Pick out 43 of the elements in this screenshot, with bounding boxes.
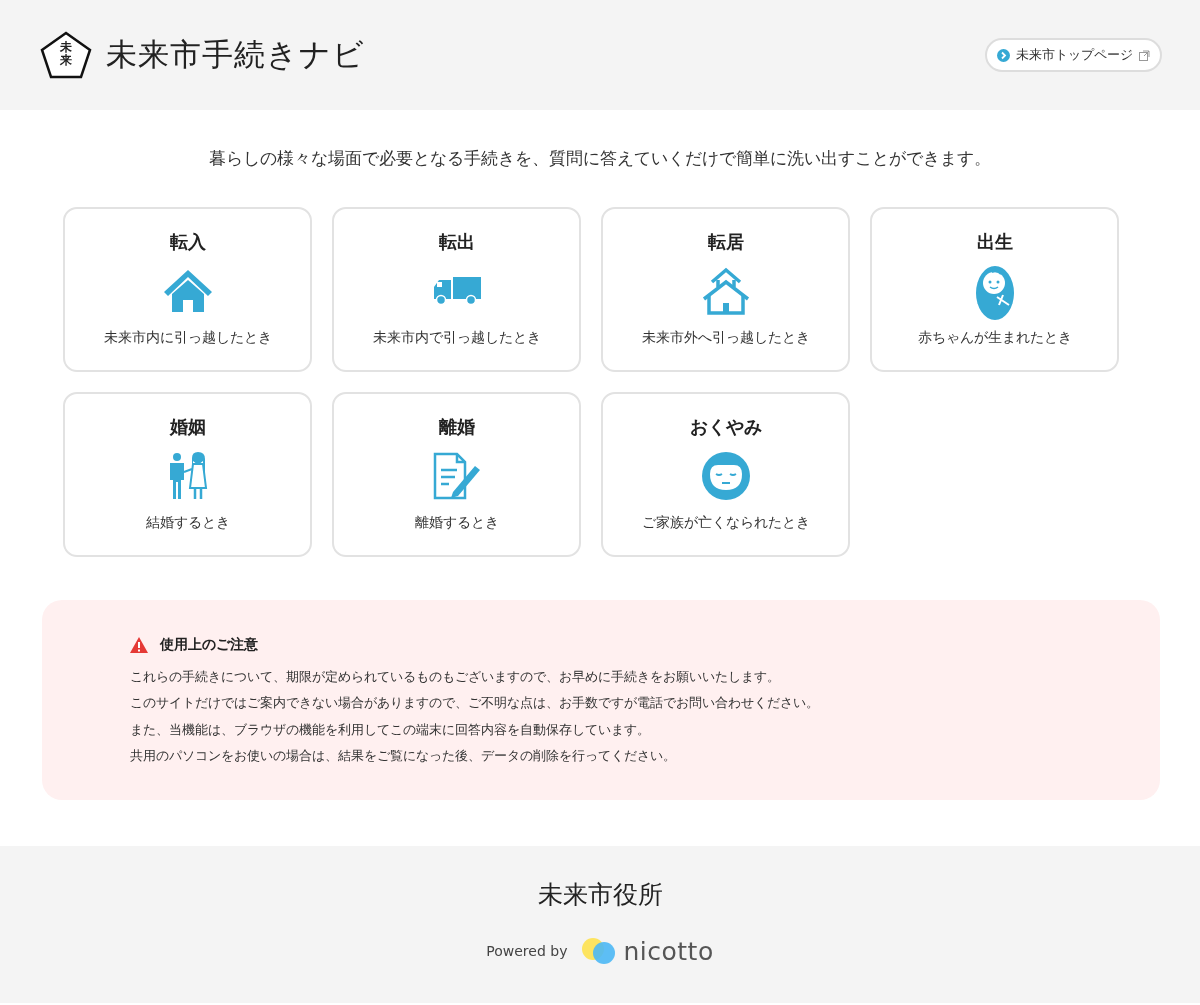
two-story-house-icon bbox=[701, 266, 750, 315]
logo: 未来 bbox=[40, 31, 92, 79]
warning-icon bbox=[130, 636, 148, 653]
card-caption: 未来市内で引っ越したとき bbox=[372, 328, 541, 347]
document-pen-icon bbox=[432, 451, 481, 500]
intro-text: 暮らしの様々な場面で必要となる手続きを、質問に答えていくだけで簡単に洗い出すことができます。 bbox=[208, 148, 992, 170]
notice-text: これらの手続きについて、期限が定められているものもございますので、お早めに手続きをお願いいたします。 bbox=[130, 667, 781, 686]
procedure-card[interactable]: 離婚 離婚するとき bbox=[332, 391, 581, 557]
notice-text: このサイトだけではご案内できない場合がありますので、ご不明な点は、お手数ですが電話でお問い合わせください。 bbox=[130, 694, 820, 712]
card-title: 婚姻 bbox=[169, 415, 206, 438]
card-title: 転居 bbox=[707, 230, 744, 253]
notice-title: 使用上のご注意 bbox=[160, 635, 258, 654]
procedure-card[interactable]: 婚姻 結婚するとき bbox=[63, 391, 312, 557]
face-icon bbox=[701, 451, 750, 500]
truck-icon bbox=[432, 276, 481, 305]
card-caption: 離婚するとき bbox=[414, 513, 499, 532]
top-page-link[interactable]: 未来市トップページ bbox=[985, 38, 1162, 72]
card-caption: 結婚するとき bbox=[145, 513, 230, 532]
notice-text: 共用のパソコンをお使いの場合は、結果をご覧になった後、データの削除を行ってください。 bbox=[130, 747, 677, 765]
brand-wordmark: nicotto bbox=[623, 936, 714, 966]
procedure-card[interactable]: 転入 未来市内に引っ越したとき bbox=[63, 206, 312, 372]
card-title: 転入 bbox=[169, 230, 206, 253]
card-caption: 未来市外へ引っ越したとき bbox=[641, 328, 810, 347]
procedure-card[interactable]: 出生 赤ちゃんが生まれたとき bbox=[870, 206, 1119, 372]
card-caption: 未来市内に引っ越したとき bbox=[103, 328, 272, 347]
house-icon bbox=[163, 269, 212, 312]
powered-by-text: Powered by bbox=[486, 943, 568, 959]
procedure-card[interactable]: 転居 未来市外へ引っ越したとき bbox=[601, 206, 850, 372]
chevron-icon bbox=[997, 48, 1010, 62]
card-caption: ご家族が亡くなられたとき bbox=[641, 513, 810, 532]
card-title: 出生 bbox=[976, 230, 1013, 253]
city-office-name: 未来市役所 bbox=[537, 878, 663, 911]
site-title: 未来市手続きナビ bbox=[106, 35, 365, 74]
external-link-icon bbox=[1139, 49, 1150, 61]
notice-text: また、当機能は、ブラウザの機能を利用してこの端末に回答内容を自動保存しています。 bbox=[130, 720, 651, 739]
overlapping-circles-icon bbox=[581, 938, 618, 964]
couple-icon bbox=[167, 451, 208, 500]
card-title: 転出 bbox=[438, 230, 475, 253]
procedure-card[interactable]: 転出 未来市内で引っ越したとき bbox=[332, 206, 581, 372]
procedure-card[interactable]: おくやみ ご家族が亡くなられたとき bbox=[601, 391, 850, 557]
card-title: おくやみ bbox=[689, 415, 762, 438]
card-title: 離婚 bbox=[438, 415, 475, 438]
card-caption: 赤ちゃんが生まれたとき bbox=[917, 328, 1072, 347]
